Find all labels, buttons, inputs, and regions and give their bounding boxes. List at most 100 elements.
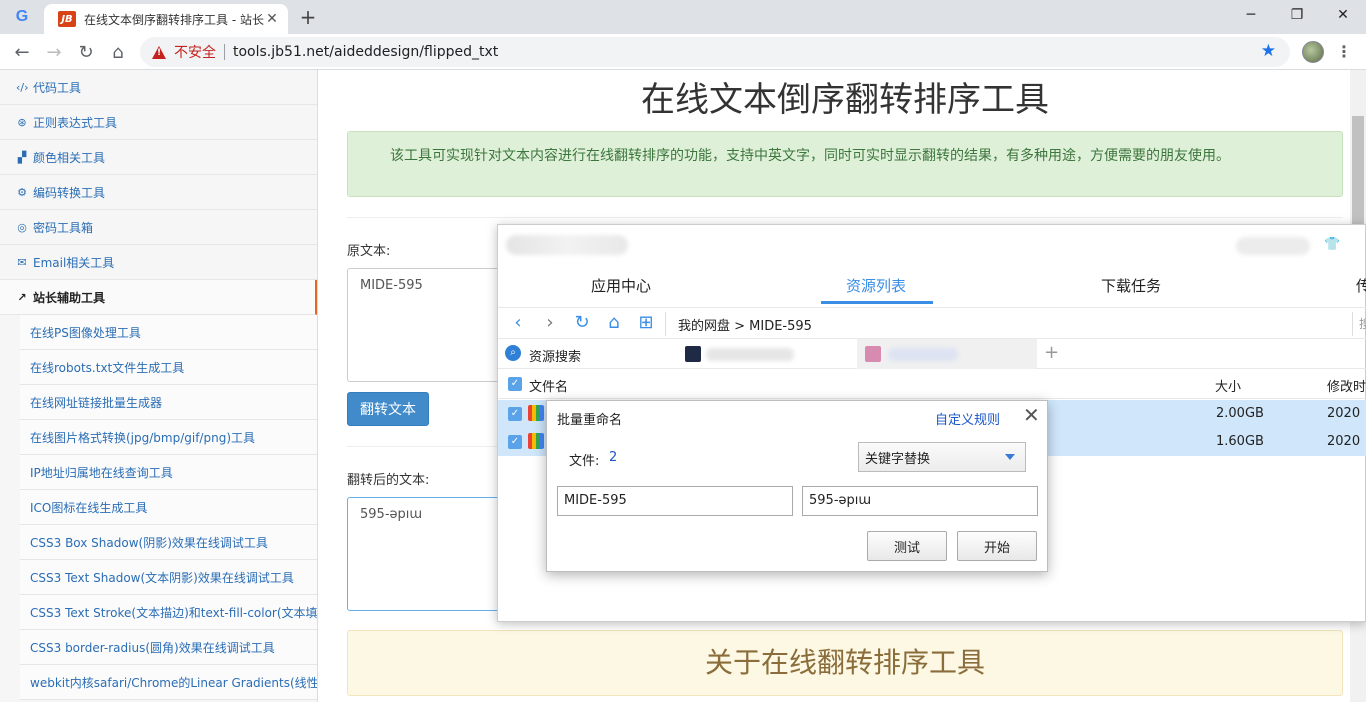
regex-icon: ⊛	[17, 115, 27, 129]
tab-download-tasks[interactable]: 下载任务	[1101, 275, 1161, 296]
menu-kebab-icon[interactable]: ⋮	[1336, 39, 1352, 65]
file-list-header: ✓ 文件名 大小 修改时	[498, 369, 1366, 399]
files-count: 2	[609, 450, 618, 465]
sidebar-subitem[interactable]: IP地址归属地在线查询工具	[20, 455, 317, 490]
mail-icon: ✉	[17, 255, 27, 269]
sidebar-subitem[interactable]: CSS3 Text Stroke(文本描边)和text-fill-color(文…	[20, 595, 317, 630]
tab-title: 在线文本倒序翻转排序工具 - 站长工具	[84, 12, 264, 27]
new-folder-icon[interactable]: ⊞	[636, 313, 656, 333]
tool-sidebar: ‹/› 代码工具 ⊛ 正则表达式工具 ▞ 颜色相关工具 ⚙ 编码转换工具 ◎ 密码工具箱 …	[0, 70, 318, 702]
rename-mode-select[interactable]: 关键字替换	[858, 442, 1026, 472]
sidebar-subitem[interactable]: 在线PS图像处理工具	[20, 315, 317, 350]
find-input[interactable]: MIDE-595	[557, 486, 793, 516]
result-text-label: 翻转后的文本:	[347, 473, 430, 488]
external-link-icon: ↗	[17, 290, 27, 304]
sidebar-subitem[interactable]: 在线图片格式转换(jpg/bmp/gif/png)工具	[20, 420, 317, 455]
batch-rename-dialog: 批量重命名 自定义规则 ✕ 文件: 2 关键字替换 MIDE-595 595-ǝ…	[546, 400, 1048, 572]
profile-avatar[interactable]	[1302, 41, 1324, 63]
sidebar-item-label: 密码工具箱	[33, 220, 94, 235]
refresh-icon[interactable]: ↻	[572, 313, 592, 333]
sidebar-subitem[interactable]: 在线robots.txt文件生成工具	[20, 350, 317, 385]
row-date: 2020	[1327, 406, 1361, 421]
restore-icon[interactable]: ❐	[1274, 0, 1320, 30]
tab-app-center[interactable]: 应用中心	[591, 275, 651, 296]
scrollbar-thumb[interactable]	[1352, 116, 1364, 226]
skin-shirt-icon[interactable]: 👕	[1324, 237, 1340, 252]
sidebar-item-label: 颜色相关工具	[33, 150, 106, 165]
resource-search-label[interactable]: 资源搜索	[529, 346, 581, 365]
home-icon[interactable]: ⌂	[604, 313, 624, 333]
dm-tab-bar: 应用中心 资源列表 下载任务 传	[498, 265, 1366, 305]
sidebar-item-color[interactable]: ▞ 颜色相关工具	[0, 140, 317, 175]
minimize-icon[interactable]: ─	[1228, 0, 1274, 30]
forward-icon[interactable]: ›	[540, 313, 560, 333]
start-button[interactable]: 开始	[957, 531, 1037, 561]
dm-search-box[interactable]: 搜	[1352, 312, 1366, 336]
user-thumb-icon[interactable]	[685, 346, 701, 362]
window-close-icon[interactable]: ✕	[1320, 0, 1366, 30]
tab-transfer[interactable]: 传	[1356, 275, 1366, 296]
blurred-title	[506, 235, 628, 255]
active-tab-underline	[821, 301, 933, 304]
omnibox[interactable]: ! 不安全 tools.jb51.net/aideddesign/flipped…	[140, 37, 1290, 67]
sidebar-item-webmaster[interactable]: ↗ 站长辅助工具	[0, 280, 317, 315]
breadcrumb-divider	[665, 312, 666, 336]
warning-icon: !	[152, 45, 166, 59]
chevron-down-icon	[1005, 454, 1015, 460]
sidebar-subitem[interactable]: ICO图标在线生成工具	[20, 490, 317, 525]
breadcrumb[interactable]: 我的网盘 > MIDE-595	[678, 315, 812, 334]
sidebar-item-regex[interactable]: ⊛ 正则表达式工具	[0, 105, 317, 140]
original-text-label: 原文本:	[347, 244, 391, 259]
tab-close-icon[interactable]: ✕	[264, 11, 280, 27]
new-tab-button[interactable]: +	[296, 6, 320, 28]
row-date: 2020	[1327, 434, 1361, 449]
browser-tab-active[interactable]: JB 在线文本倒序翻转排序工具 - 站长工具 ✕	[44, 4, 288, 34]
replace-input[interactable]: 595-ǝpıɯ	[802, 486, 1038, 516]
reload-icon[interactable]: ↻	[74, 40, 98, 64]
google-tab[interactable]: G	[0, 0, 44, 34]
col-size[interactable]: 大小	[1215, 376, 1241, 395]
sidebar-item-code[interactable]: ‹/› 代码工具	[0, 70, 317, 105]
row-checkbox[interactable]: ✓	[508, 435, 522, 449]
test-button[interactable]: 测试	[867, 531, 947, 561]
sidebar-subitem[interactable]: CSS3 Box Shadow(阴影)效果在线调试工具	[20, 525, 317, 560]
sidebar-subitem[interactable]: CSS3 border-radius(圆角)效果在线调试工具	[20, 630, 317, 665]
bookmark-star-icon[interactable]: ★	[1261, 41, 1276, 61]
sidebar-item-email[interactable]: ✉ Email相关工具	[0, 245, 317, 280]
sidebar-subitem[interactable]: CSS3 Text Shadow(文本阴影)效果在线调试工具	[20, 560, 317, 595]
back-icon[interactable]: ←	[10, 40, 34, 64]
col-modified[interactable]: 修改时	[1327, 376, 1366, 395]
back-icon[interactable]: ‹	[508, 313, 528, 333]
sidebar-item-password[interactable]: ◎ 密码工具箱	[0, 210, 317, 245]
site-favicon: JB	[58, 11, 76, 27]
flip-text-button[interactable]: 翻转文本	[347, 392, 429, 426]
dm-search-row: ⌕ 资源搜索 +	[498, 339, 1366, 369]
search-icon[interactable]: ⌕	[505, 345, 521, 361]
page-title: 在线文本倒序翻转排序工具	[641, 80, 1049, 120]
url-text[interactable]: tools.jb51.net/aideddesign/flipped_txt	[233, 44, 498, 60]
intro-alert: 该工具可实现针对文本内容进行在线翻转排序的功能，支持中英文字，同时可实时显示翻转…	[347, 131, 1343, 197]
user-thumb-icon[interactable]	[865, 346, 881, 362]
lock-icon: ◎	[17, 220, 27, 234]
tab-resource-list[interactable]: 资源列表	[846, 275, 906, 296]
files-label: 文件:	[569, 454, 600, 469]
custom-rule-link[interactable]: 自定义规则	[935, 409, 1000, 428]
file-icon	[528, 405, 544, 421]
original-text-input[interactable]: MIDE-595	[347, 268, 507, 382]
home-icon[interactable]: ⌂	[106, 40, 130, 64]
forward-icon[interactable]: →	[42, 40, 66, 64]
row-checkbox[interactable]: ✓	[508, 407, 522, 421]
result-text-output[interactable]: 595-ǝpıɯ	[347, 497, 507, 611]
col-filename[interactable]: 文件名	[529, 376, 568, 395]
sidebar-item-label: 编码转换工具	[33, 185, 106, 200]
sidebar-item-encoding[interactable]: ⚙ 编码转换工具	[0, 175, 317, 210]
blurred-tab-label	[706, 348, 794, 361]
dialog-close-icon[interactable]: ✕	[1023, 403, 1040, 427]
security-label[interactable]: 不安全	[174, 42, 216, 62]
rename-mode-value: 关键字替换	[865, 451, 931, 467]
sidebar-subitem[interactable]: webkit内核safari/Chrome的Linear Gradients(线…	[20, 665, 317, 700]
select-all-checkbox[interactable]: ✓	[508, 377, 522, 391]
blurred-tab-label	[888, 348, 958, 361]
sidebar-subitem[interactable]: 在线网址链接批量生成器	[20, 385, 317, 420]
add-tab-icon[interactable]: +	[1044, 342, 1059, 363]
